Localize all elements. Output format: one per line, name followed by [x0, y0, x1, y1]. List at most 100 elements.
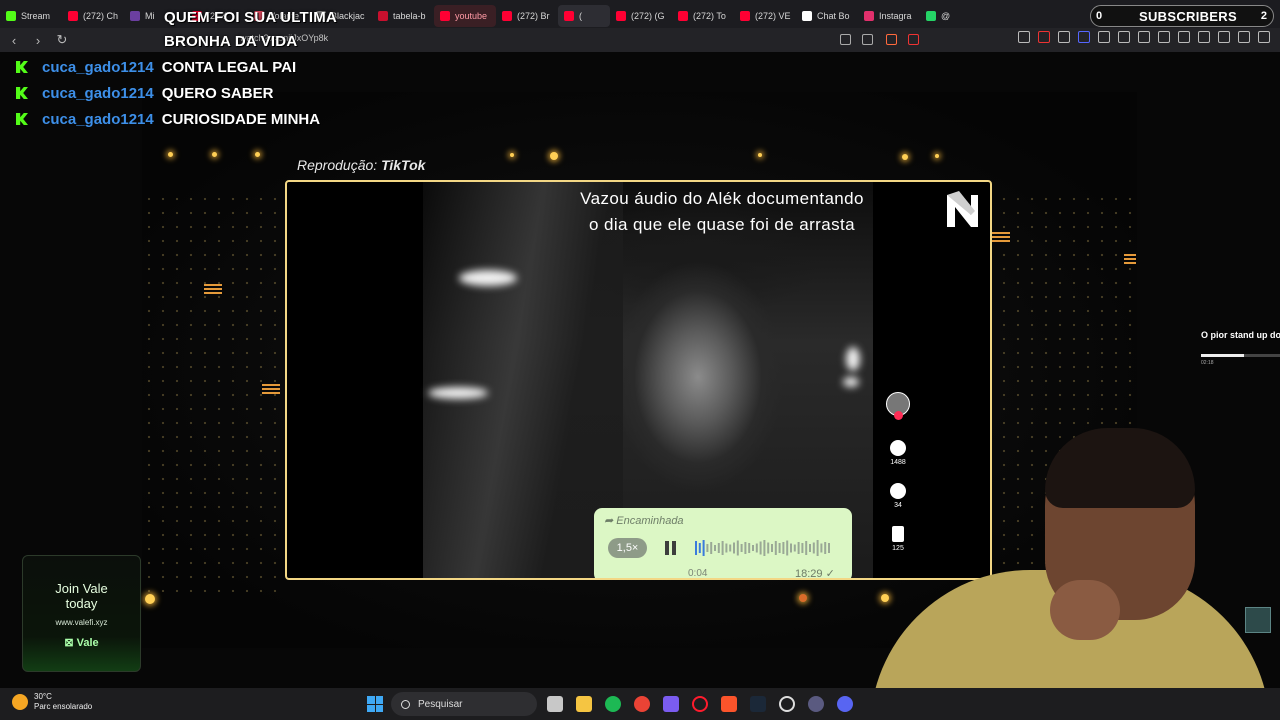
browser-tab[interactable]: Instagra	[858, 5, 920, 27]
waveform-bar	[782, 542, 785, 554]
browser-tab[interactable]: Stream	[0, 5, 62, 27]
extension-icon[interactable]	[1078, 31, 1090, 43]
extension-icon[interactable]	[1058, 31, 1070, 43]
tab-favicon-icon	[740, 10, 750, 21]
waveform-bar	[805, 541, 808, 555]
discord-icon[interactable]	[837, 696, 853, 712]
file-explorer-icon[interactable]	[576, 696, 592, 712]
channel-logo-icon	[947, 191, 978, 227]
brave-shield-icon[interactable]	[886, 34, 897, 45]
search-placeholder: Pesquisar	[418, 698, 463, 710]
street-light	[459, 270, 517, 286]
pause-icon[interactable]	[664, 541, 678, 555]
waveform-bar	[695, 541, 697, 555]
car-window	[423, 182, 623, 578]
app-grid-icon[interactable]	[663, 696, 679, 712]
subs-count-left: 0	[1095, 10, 1103, 22]
browser-tab[interactable]: (272) VE	[734, 5, 796, 27]
tab-label: (272) To	[693, 10, 726, 21]
brave-rewards-icon[interactable]	[908, 34, 919, 45]
tab-favicon-icon	[678, 10, 688, 21]
subscribers-counter: 0 SUBSCRIBERS 2	[1090, 5, 1274, 27]
chat-message: cuca_gado1214 CONTA LEGAL PAI	[16, 54, 320, 80]
steam-icon[interactable]	[750, 696, 766, 712]
waveform-bar	[767, 542, 770, 554]
wallet-icon[interactable]	[1198, 31, 1210, 43]
browser-tab[interactable]: youtube	[434, 4, 496, 27]
extension-icon[interactable]	[1038, 31, 1050, 43]
reload-icon[interactable]: ↻	[52, 30, 72, 50]
waveform-bar	[702, 540, 705, 556]
cast-icon[interactable]	[840, 34, 851, 45]
search-icon	[401, 699, 410, 709]
app-icon[interactable]	[808, 696, 824, 712]
browser-tab[interactable]: (272) Ch	[62, 5, 124, 27]
bokeh-light	[799, 594, 807, 602]
back-icon[interactable]: ‹	[4, 30, 24, 50]
extension-icon[interactable]	[1138, 31, 1150, 43]
vpn-icon[interactable]	[1238, 31, 1250, 43]
bokeh-light	[550, 152, 558, 160]
chrome-icon[interactable]	[634, 696, 650, 712]
waveform-bar	[755, 543, 758, 553]
browser-tab[interactable]: (272) Br	[496, 5, 558, 27]
brave-icon[interactable]	[721, 696, 737, 712]
browser-tab[interactable]: @	[920, 5, 982, 27]
browser-tab[interactable]: (	[558, 4, 610, 27]
waveform-bar	[801, 543, 804, 553]
chat-username[interactable]: cuca_gado1214	[42, 85, 154, 102]
browser-tab[interactable]: (272) (G	[610, 5, 672, 27]
chat-text: QUERO SABER	[161, 84, 274, 102]
question-line: BRONHA DA VIDA	[164, 33, 298, 50]
waveform-bar	[790, 543, 792, 553]
bokeh-light	[758, 153, 762, 157]
voice-message: ➦ Encaminhada 1,5× 0:04 18:29 ✓	[594, 508, 852, 578]
extension-icon[interactable]	[1098, 31, 1110, 43]
music-icon[interactable]	[1158, 31, 1170, 43]
kick-badge-icon	[16, 87, 28, 99]
menu-icon[interactable]	[1258, 31, 1270, 43]
waveform-bar	[744, 542, 747, 554]
headline-line: Vazou áudio do Alék documentando	[580, 189, 864, 208]
browser-tab[interactable]: (272) To	[672, 5, 734, 27]
spotify-icon[interactable]	[605, 696, 621, 712]
leo-icon[interactable]	[1218, 31, 1230, 43]
opera-icon[interactable]	[692, 696, 708, 712]
chat-username[interactable]: cuca_gado1214	[42, 59, 154, 76]
kick-badge-icon	[16, 113, 28, 125]
task-view-icon[interactable]	[547, 696, 563, 712]
audio-waveform[interactable]	[695, 538, 835, 558]
extensions-toolbar	[1018, 31, 1270, 43]
settings-icon[interactable]	[779, 696, 795, 712]
browser-tab[interactable]: Chat Bo	[796, 5, 858, 27]
decor-glyph	[204, 284, 222, 296]
bokeh-light	[168, 152, 173, 157]
sidebar-icon[interactable]	[1178, 31, 1190, 43]
waveform-bar	[725, 543, 728, 553]
decor-glyph	[992, 232, 1010, 244]
now-playing-time: 02:18	[1201, 360, 1214, 366]
windows-start-icon[interactable]	[367, 696, 383, 712]
credit-source: TikTok	[381, 157, 426, 173]
share-icon[interactable]	[862, 34, 873, 45]
tab-label: Mi	[145, 10, 155, 21]
creator-avatar[interactable]	[885, 392, 911, 420]
tab-favicon-icon	[926, 10, 936, 21]
browser-tab[interactable]: tabela-b	[372, 5, 434, 27]
waveform-bar	[771, 544, 773, 552]
playback-speed-button[interactable]: 1,5×	[608, 538, 647, 558]
forward-icon[interactable]: ›	[28, 30, 48, 50]
chat-feed: cuca_gado1214 CONTA LEGAL PAI cuca_gado121…	[16, 54, 320, 132]
stream-screen: Stream (272) Ch Mi (272) Volante Blackjac tabe…	[0, 0, 1280, 720]
chat-username[interactable]: cuca_gado1214	[42, 111, 154, 128]
taskbar-search[interactable]: Pesquisar	[391, 692, 537, 716]
waveform-bar	[721, 541, 724, 555]
bokeh-light	[255, 152, 260, 157]
extension-icon[interactable]	[1018, 31, 1030, 43]
puzzle-icon[interactable]	[1118, 31, 1130, 43]
waveform-bar	[714, 545, 716, 551]
decor-glyph	[262, 384, 280, 396]
forwarded-text: Encaminhada	[616, 515, 684, 527]
weather-widget[interactable]: 30°C Parc ensolarado	[12, 692, 92, 712]
vale-join-line: today	[65, 596, 98, 611]
